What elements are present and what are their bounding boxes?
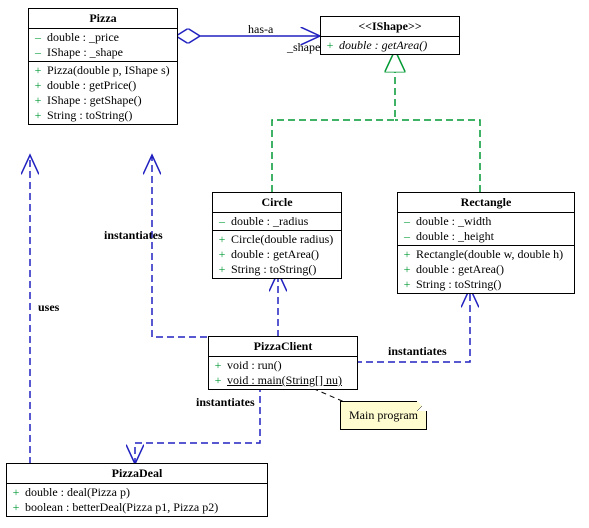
note-text: Main program <box>349 408 418 422</box>
label-uses: uses <box>38 300 59 315</box>
class-title: Rectangle <box>398 193 574 213</box>
interface-ishape: <<IShape>> +double : getArea() <box>320 16 460 55</box>
label-shape-role: _shape <box>287 40 320 55</box>
class-title: PizzaDeal <box>7 464 267 484</box>
class-pizzadeal: PizzaDeal +double : deal(Pizza p) +boole… <box>6 463 268 517</box>
class-rectangle: Rectangle –double : _width –double : _he… <box>397 192 575 294</box>
label-instantiates-pizzadeal: instantiates <box>196 395 255 410</box>
label-instantiates-rectangle: instantiates <box>388 344 447 359</box>
class-circle: Circle –double : _radius +Circle(double … <box>212 192 342 279</box>
class-title: PizzaClient <box>209 337 357 357</box>
class-title: Pizza <box>29 9 177 29</box>
class-title: <<IShape>> <box>321 17 459 37</box>
note-main-program: Main program <box>340 401 427 430</box>
class-title: Circle <box>213 193 341 213</box>
class-pizzaclient: PizzaClient +void : run() +void : main(S… <box>208 336 358 390</box>
class-pizza: Pizza –double : _price –IShape : _shape … <box>28 8 178 125</box>
label-instantiates-pizza: instantiates <box>104 228 163 243</box>
label-has-a: has-a <box>248 22 273 37</box>
